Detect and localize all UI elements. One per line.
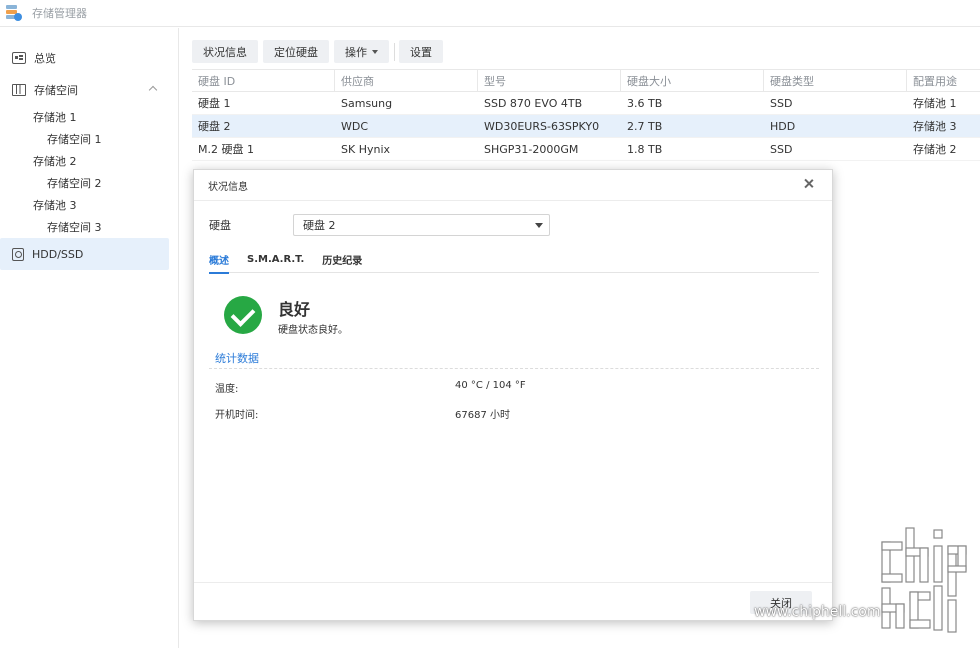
chevron-up-icon[interactable] [148, 85, 158, 95]
action-menu-button[interactable]: 操作 [334, 40, 389, 63]
table-cell: SHGP31-2000GM [484, 142, 579, 156]
disk-table: 硬盘 ID 供应商 型号 硬盘大小 硬盘类型 配置用途 硬盘 1 Samsung… [192, 69, 980, 161]
dialog-footer: 关闭 [194, 582, 832, 620]
section-divider [209, 368, 819, 369]
app-title: 存储管理器 [32, 7, 87, 20]
column-header[interactable]: 型号 [478, 70, 621, 91]
table-cell: 1.8 TB [627, 142, 663, 156]
dialog-title: 状况信息 [208, 181, 248, 193]
column-header[interactable]: 供应商 [335, 70, 478, 91]
stat-label: 温度: [215, 384, 239, 395]
stat-power-on-time: 开机时间: 67687 小时 [215, 406, 510, 421]
sidebar-item-volume-3[interactable]: 存储空间 3 [0, 216, 178, 238]
table-cell: 硬盘 1 [198, 97, 231, 110]
table-cell: HDD [770, 119, 796, 133]
stat-temperature: 温度: 40 °C / 104 °F [215, 380, 526, 395]
health-status-description: 硬盘状态良好。 [278, 325, 348, 336]
sidebar-item-label: 存储空间 [34, 84, 78, 97]
hdd-icon [12, 247, 24, 261]
disk-field: 硬盘 硬盘 2 [209, 214, 550, 236]
disk-select-value: 硬盘 2 [303, 219, 336, 232]
dialog-header: 状况信息 [194, 170, 832, 201]
sidebar-item-label: 总览 [34, 52, 56, 65]
stat-label: 开机时间: [215, 410, 259, 421]
sidebar-item-volume-2[interactable]: 存储空间 2 [0, 172, 178, 194]
table-cell: 硬盘 2 [198, 120, 231, 133]
table-cell: 3.6 TB [627, 96, 663, 110]
sidebar-item-pool-3[interactable]: 存储池 3 [0, 194, 178, 216]
sidebar-item-hdd-ssd[interactable]: HDD/SSD [0, 238, 169, 270]
table-cell: 存储池 2 [913, 143, 957, 156]
tab-overview[interactable]: 概述 [209, 246, 229, 274]
table-cell: WD30EURS-63SPKY0 [484, 119, 600, 133]
status-info-dialog: 状况信息 硬盘 硬盘 2 概述 S.M.A.R.T. 历史纪录 良好 硬盘状态良… [193, 169, 833, 621]
toolbar: 状况信息 定位硬盘 操作 设置 [192, 40, 448, 63]
caret-down-icon [372, 49, 378, 54]
storage-icon [12, 84, 26, 96]
table-cell: SSD [770, 142, 793, 156]
column-header[interactable]: 硬盘 ID [192, 70, 335, 91]
table-cell: M.2 硬盘 1 [198, 143, 254, 156]
disk-field-label: 硬盘 [209, 219, 231, 232]
health-status-title: 良好 [278, 300, 311, 319]
stat-value: 67687 小时 [455, 410, 510, 421]
sidebar-item-storage[interactable]: 存储空间 [0, 74, 178, 106]
check-circle-icon [224, 296, 262, 334]
storage-manager-icon [6, 5, 22, 21]
column-header[interactable]: 硬盘类型 [764, 70, 907, 91]
table-cell: SK Hynix [341, 142, 391, 156]
statistics-section-title: 统计数据 [215, 352, 259, 365]
close-icon[interactable] [803, 178, 815, 190]
sidebar-item-pool-2[interactable]: 存储池 2 [0, 150, 178, 172]
status-info-button[interactable]: 状况信息 [192, 40, 258, 63]
table-cell: 存储池 3 [913, 120, 957, 133]
sidebar-item-volume-1[interactable]: 存储空间 1 [0, 128, 178, 150]
dialog-tabs: 概述 S.M.A.R.T. 历史纪录 [209, 246, 819, 274]
toolbar-divider [394, 42, 395, 61]
chiphell-logo-icon [881, 527, 967, 633]
table-cell: 2.7 TB [627, 119, 663, 133]
table-row[interactable]: M.2 硬盘 1 SK Hynix SHGP31-2000GM 1.8 TB S… [192, 138, 980, 161]
sidebar-item-pool-1[interactable]: 存储池 1 [0, 106, 178, 128]
title-bar: 存储管理器 [0, 0, 980, 27]
tab-history[interactable]: 历史纪录 [322, 246, 362, 273]
table-cell: WDC [341, 119, 369, 133]
table-cell: SSD 870 EVO 4TB [484, 96, 583, 110]
table-cell: SSD [770, 96, 793, 110]
table-header: 硬盘 ID 供应商 型号 硬盘大小 硬盘类型 配置用途 [192, 69, 980, 92]
tab-smart[interactable]: S.M.A.R.T. [247, 246, 304, 273]
table-cell: Samsung [341, 96, 393, 110]
table-row[interactable]: 硬盘 1 Samsung SSD 870 EVO 4TB 3.6 TB SSD … [192, 92, 980, 115]
column-header[interactable]: 配置用途 [907, 70, 980, 91]
disk-select[interactable]: 硬盘 2 [293, 214, 550, 236]
stat-value: 40 °C / 104 °F [455, 380, 526, 391]
table-cell: 存储池 1 [913, 97, 957, 110]
sidebar: 总览 存储空间 存储池 1 存储空间 1 存储池 2 存储空间 2 存储池 3 … [0, 28, 179, 648]
chevron-down-icon [535, 223, 543, 228]
overview-icon [12, 52, 26, 64]
table-row-selected[interactable]: 硬盘 2 WDC WD30EURS-63SPKY0 2.7 TB HDD 存储池… [192, 115, 980, 138]
sidebar-item-label: HDD/SSD [32, 247, 84, 261]
action-label: 操作 [345, 45, 367, 59]
sidebar-item-overview[interactable]: 总览 [0, 42, 178, 74]
column-header[interactable]: 硬盘大小 [621, 70, 764, 91]
watermark-text: www.chiphell.com [754, 604, 881, 620]
settings-button[interactable]: 设置 [399, 40, 443, 63]
locate-disk-button[interactable]: 定位硬盘 [263, 40, 329, 63]
